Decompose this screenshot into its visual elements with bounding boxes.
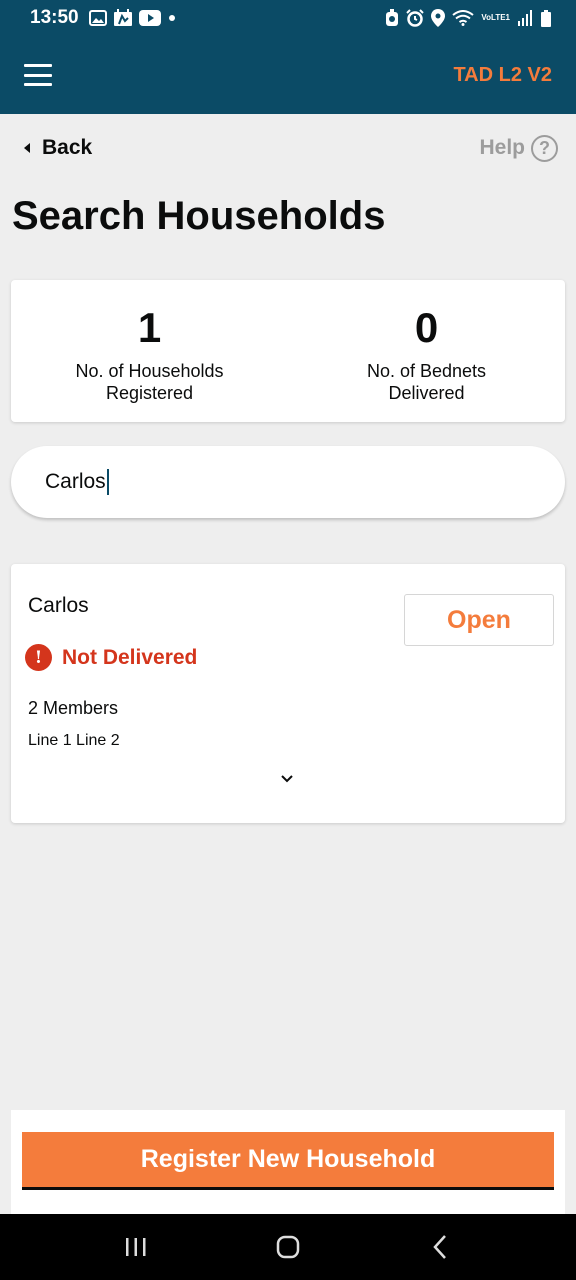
- youtube-icon: [138, 10, 161, 26]
- hamburger-menu-icon[interactable]: [24, 64, 52, 86]
- search-input-value: Carlos: [45, 470, 106, 493]
- search-input[interactable]: Carlos: [11, 446, 565, 518]
- battery-saver-icon: [386, 9, 399, 26]
- bottom-action-panel: Register New Household: [11, 1110, 565, 1214]
- status-time: 13:50: [30, 7, 79, 28]
- top-nav-row: Back Help ?: [24, 128, 558, 168]
- household-result-card: Carlos Open ! Not Delivered 2 Members Li…: [11, 564, 565, 823]
- help-label: Help: [479, 136, 525, 159]
- android-nav-bar: [0, 1214, 576, 1280]
- volte-icon: VoLTE1: [481, 13, 510, 22]
- status-left-icons: [88, 9, 177, 27]
- bednets-count: 0: [414, 304, 439, 351]
- delivery-status-text: Not Delivered: [62, 645, 198, 669]
- chevron-down-icon[interactable]: [275, 768, 299, 788]
- home-icon[interactable]: [258, 1222, 318, 1272]
- app-title: TAD L2 V2: [453, 63, 552, 86]
- bednets-label: No. of Bednets Delivered: [366, 361, 487, 403]
- app-bar: TAD L2 V2: [0, 36, 576, 114]
- back-button[interactable]: Back: [24, 136, 92, 160]
- dot-icon: [168, 15, 175, 21]
- open-button[interactable]: Open: [404, 594, 554, 646]
- status-bar: 13:50 VoLTE1: [0, 0, 576, 36]
- summary-card: 1 No. of Households Registered 0 No. of …: [11, 280, 565, 422]
- signal-icon: [518, 10, 532, 26]
- calendar-icon: [113, 9, 132, 26]
- recent-apps-icon[interactable]: [106, 1222, 166, 1272]
- back-arrow-icon: [24, 143, 30, 153]
- help-circle-icon: ?: [531, 134, 558, 162]
- back-label: Back: [42, 136, 93, 159]
- register-new-household-button[interactable]: Register New Household: [22, 1132, 554, 1190]
- back-nav-icon[interactable]: [410, 1222, 470, 1272]
- help-button[interactable]: Help ?: [479, 134, 558, 162]
- location-icon: [431, 9, 446, 27]
- delivery-status: ! Not Delivered: [25, 644, 197, 671]
- household-address: Line 1 Line 2: [28, 732, 120, 749]
- alert-icon: !: [25, 644, 52, 671]
- page-title: Search Households: [12, 194, 386, 238]
- bednets-summary: 0 No. of Bednets Delivered: [288, 280, 565, 422]
- households-label: No. of Households Registered: [75, 361, 224, 403]
- alarm-icon: [406, 9, 425, 27]
- text-caret: [106, 469, 109, 495]
- wifi-icon: [452, 10, 475, 26]
- status-right-icons: VoLTE1: [385, 9, 552, 27]
- gallery-icon: [88, 10, 107, 26]
- households-count: 1: [137, 304, 162, 351]
- households-summary: 1 No. of Households Registered: [11, 280, 288, 422]
- battery-icon: [541, 10, 551, 27]
- household-name: Carlos: [28, 594, 89, 617]
- members-count: 2 Members: [28, 698, 119, 718]
